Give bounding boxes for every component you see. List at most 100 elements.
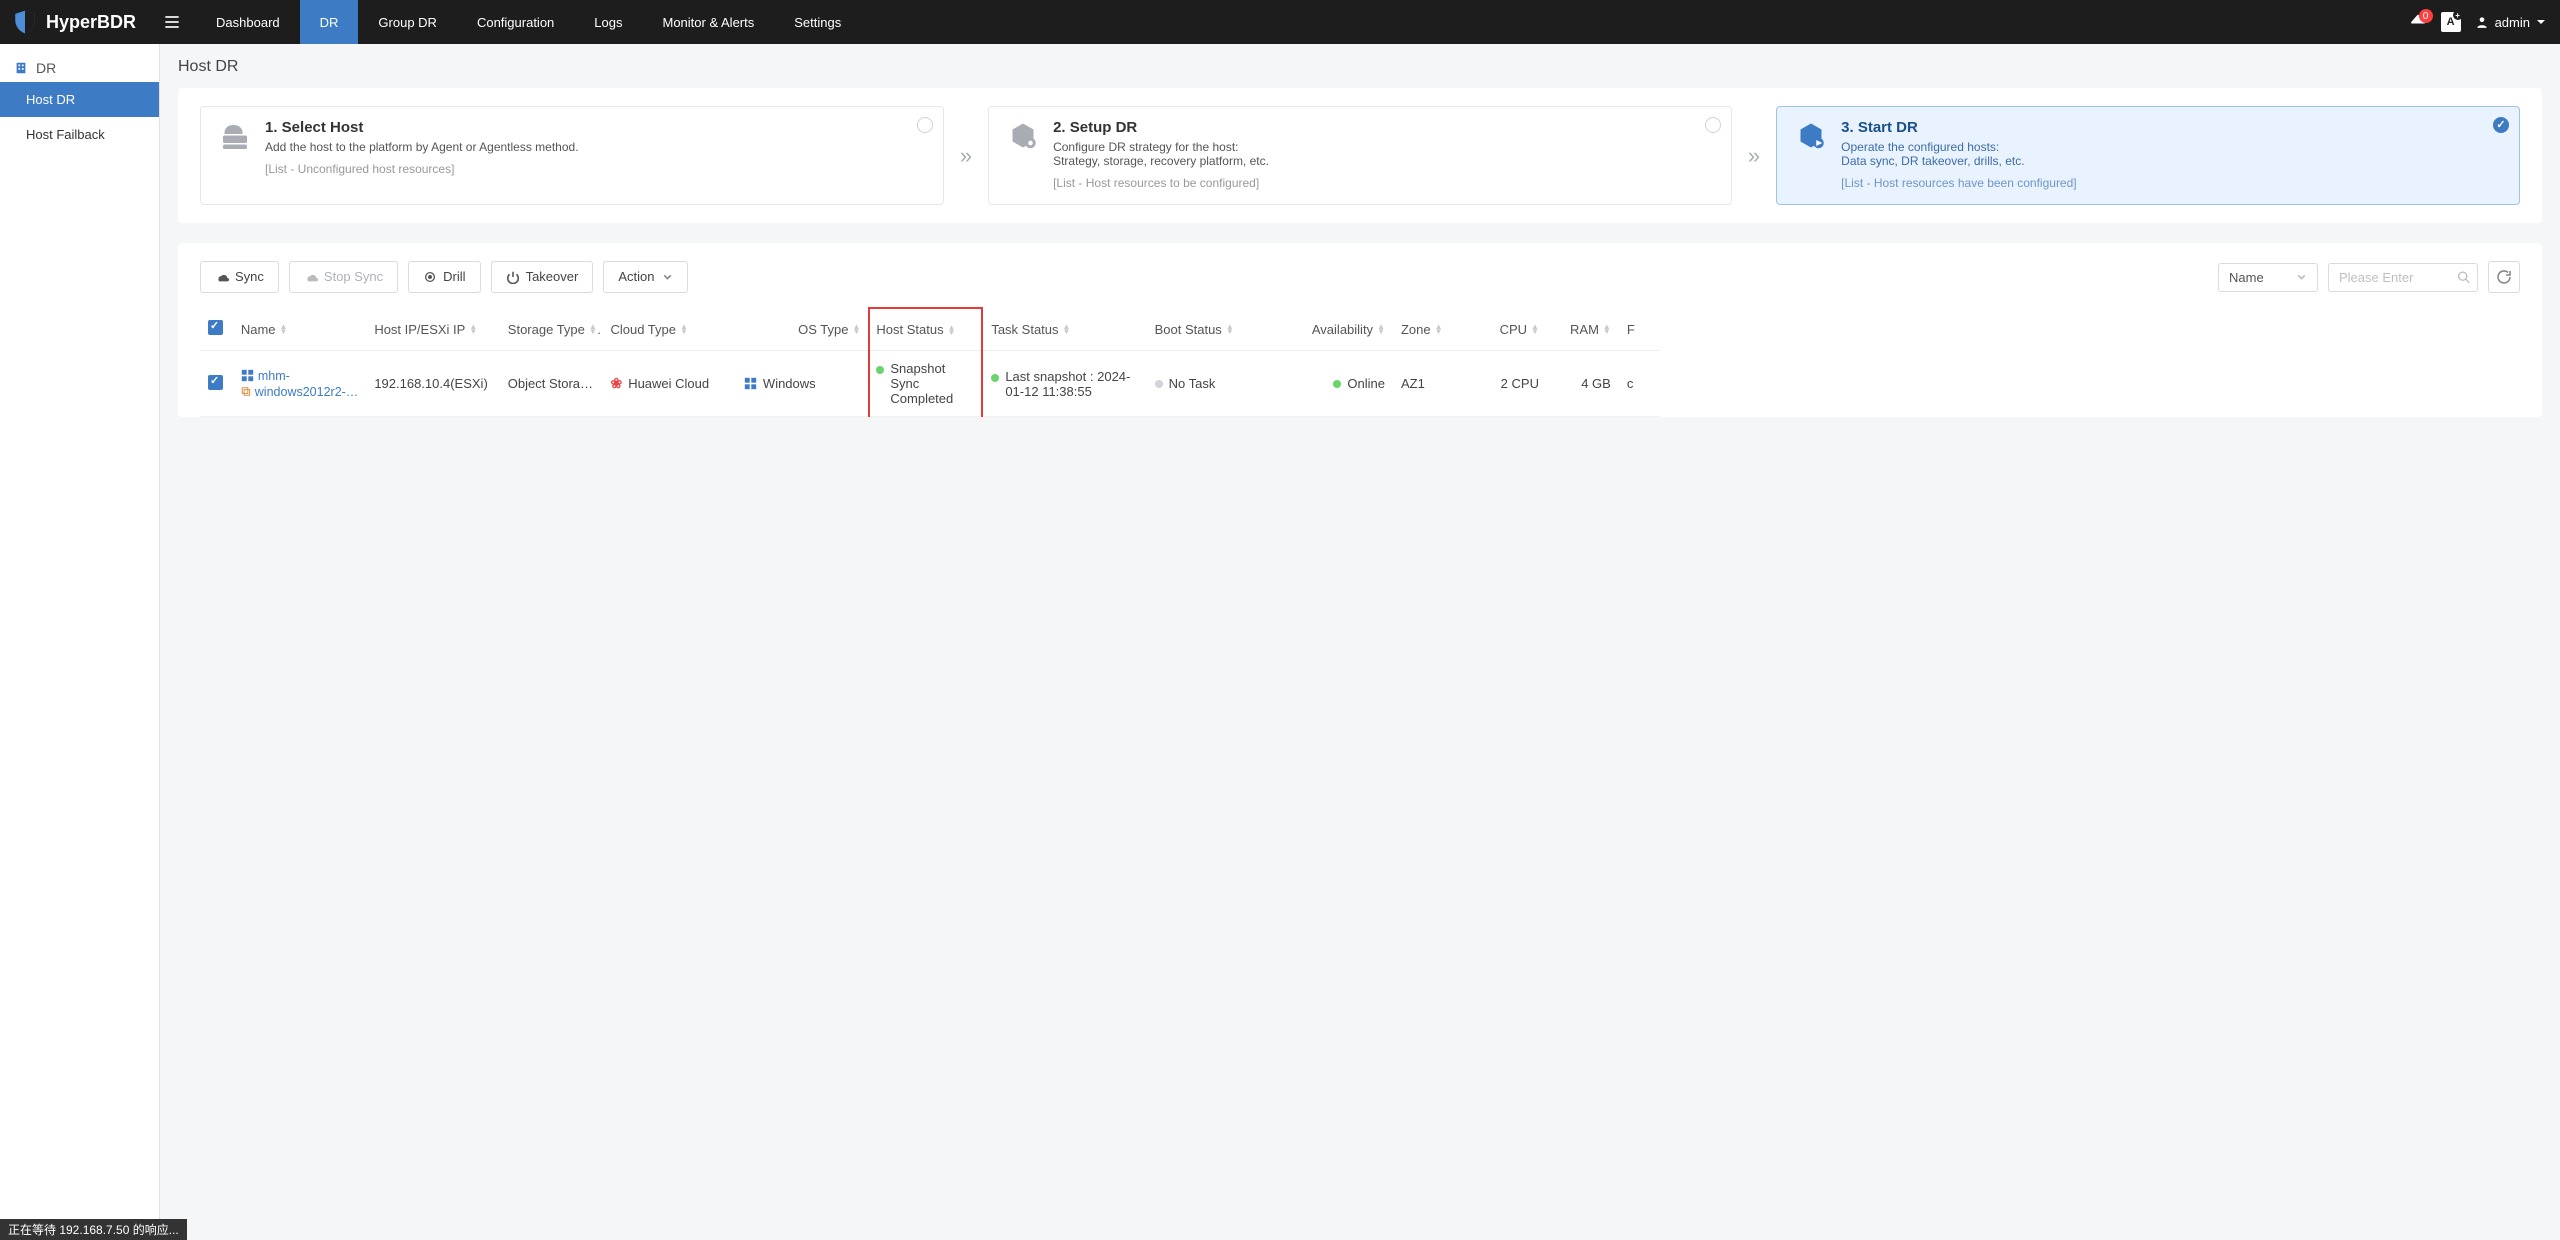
col-cpu[interactable]: CPU▲▼ xyxy=(1475,308,1547,351)
cell-boot-status: No Task xyxy=(1147,351,1301,417)
cell-cloud: ❀Huawei Cloud xyxy=(602,351,735,417)
nav-link-dr[interactable]: DR xyxy=(300,0,359,44)
huawei-icon: ❀ xyxy=(610,375,622,392)
toolbar: Sync Stop Sync Drill Takeover Action xyxy=(200,261,2520,293)
hamburger-menu[interactable] xyxy=(148,0,196,44)
step-start-dr[interactable]: 3. Start DR Operate the configured hosts… xyxy=(1776,106,2520,205)
nav-link-configuration[interactable]: Configuration xyxy=(457,0,574,44)
step-sub: [List - Host resources to be configured] xyxy=(1053,176,1715,190)
select-all-checkbox[interactable] xyxy=(208,320,223,335)
nav-link-group-dr[interactable]: Group DR xyxy=(358,0,457,44)
chevron-right-icon: » xyxy=(1748,106,1760,205)
search-icon xyxy=(2457,271,2470,284)
row-checkbox[interactable] xyxy=(208,375,223,390)
nav-link-monitor[interactable]: Monitor & Alerts xyxy=(642,0,774,44)
sidebar: DR Host DR Host Failback xyxy=(0,44,160,1240)
col-extra[interactable]: F xyxy=(1619,308,1660,351)
step-title: 2. Setup DR xyxy=(1053,119,1715,136)
cell-availability: Online xyxy=(1301,351,1393,417)
server-icon xyxy=(217,119,253,155)
status-dot-icon xyxy=(1333,380,1341,388)
cloud-sync-icon xyxy=(215,270,229,284)
status-dot-icon xyxy=(1155,380,1163,388)
nav-link-logs[interactable]: Logs xyxy=(574,0,642,44)
col-host-status[interactable]: Host Status▲▼ xyxy=(869,308,982,351)
step-setup-dr[interactable]: 2. Setup DR Configure DR strategy for th… xyxy=(988,106,1732,205)
step-sub: [List - Unconfigured host resources] xyxy=(265,162,927,176)
page-title: Host DR xyxy=(178,58,2542,76)
status-dot-icon xyxy=(876,366,884,374)
search-input[interactable] xyxy=(2328,263,2478,292)
cell-task-status: Last snapshot : 2024-01-12 11:38:55 xyxy=(982,351,1146,417)
windows-icon xyxy=(744,377,757,390)
action-dropdown[interactable]: Action xyxy=(603,261,688,293)
hosts-table: Name▲▼ Host IP/ESXi IP▲▼ Storage Type▲▼ … xyxy=(200,307,1660,417)
chevron-down-icon xyxy=(2296,272,2307,283)
table-card: Sync Stop Sync Drill Takeover Action xyxy=(178,243,2542,417)
cell-ip: 192.168.10.4(ESXi) xyxy=(366,351,499,417)
cell-cpu: 2 CPU xyxy=(1475,351,1547,417)
gear-cube-icon xyxy=(1005,119,1041,155)
check-icon xyxy=(2493,117,2509,133)
font-size-button[interactable]: A xyxy=(2441,12,2461,32)
table-header-row: Name▲▼ Host IP/ESXi IP▲▼ Storage Type▲▼ … xyxy=(200,308,1660,351)
step-title: 1. Select Host xyxy=(265,119,927,136)
nav-link-dashboard[interactable]: Dashboard xyxy=(196,0,300,44)
step-desc: Data sync, DR takeover, drills, etc. xyxy=(1841,154,2503,168)
col-zone[interactable]: Zone▲▼ xyxy=(1393,308,1475,351)
col-ip[interactable]: Host IP/ESXi IP▲▼ xyxy=(366,308,499,351)
col-boot-status[interactable]: Boot Status▲▼ xyxy=(1147,308,1301,351)
table-scroll[interactable]: Name▲▼ Host IP/ESXi IP▲▼ Storage Type▲▼ … xyxy=(200,307,2520,417)
clone-icon xyxy=(241,385,251,398)
step-select-host[interactable]: 1. Select Host Add the host to the platf… xyxy=(200,106,944,205)
step-status-icon xyxy=(917,117,933,133)
status-dot-icon xyxy=(991,374,999,382)
nav-links: Dashboard DR Group DR Configuration Logs… xyxy=(196,0,861,44)
step-sub: [List - Host resources have been configu… xyxy=(1841,176,2503,190)
col-os[interactable]: OS Type▲▼ xyxy=(736,308,869,351)
notif-badge: 0 xyxy=(2419,9,2433,23)
step-title: 3. Start DR xyxy=(1841,119,2503,136)
sync-button[interactable]: Sync xyxy=(200,261,279,293)
browser-status-bar: 正在等待 192.168.7.50 的响应... xyxy=(0,1219,187,1240)
table-row[interactable]: mhm- windows2012r2-… 192.168.10.4(ESXi) … xyxy=(200,351,1660,417)
cell-host-status: Snapshot Sync Completed xyxy=(869,351,982,417)
nav-link-settings[interactable]: Settings xyxy=(774,0,861,44)
stop-sync-button[interactable]: Stop Sync xyxy=(289,261,398,293)
user-label: admin xyxy=(2495,15,2530,30)
col-availability[interactable]: Availability▲▼ xyxy=(1301,308,1393,351)
sidebar-section-header: DR xyxy=(0,54,159,82)
building-icon xyxy=(14,61,28,75)
shield-icon xyxy=(12,9,38,35)
takeover-button[interactable]: Takeover xyxy=(491,261,594,293)
refresh-icon xyxy=(2496,269,2512,285)
notifications-button[interactable]: 0 xyxy=(2409,13,2427,31)
col-task-status[interactable]: Task Status▲▼ xyxy=(982,308,1146,351)
col-storage[interactable]: Storage Type▲▼ xyxy=(500,308,603,351)
top-nav: HyperBDR Dashboard DR Group DR Configura… xyxy=(0,0,2560,44)
cell-zone: AZ1 xyxy=(1393,351,1475,417)
hamburger-icon xyxy=(162,12,182,32)
cell-extra: c xyxy=(1619,351,1660,417)
refresh-button[interactable] xyxy=(2488,261,2520,293)
col-name[interactable]: Name▲▼ xyxy=(233,308,366,351)
target-icon xyxy=(423,270,437,284)
windows-icon xyxy=(241,369,254,382)
caret-down-icon xyxy=(2536,17,2546,27)
cloud-stop-icon xyxy=(304,270,318,284)
user-menu[interactable]: admin xyxy=(2475,15,2546,30)
steps-card: 1. Select Host Add the host to the platf… xyxy=(178,88,2542,223)
chevron-down-icon xyxy=(662,272,673,283)
power-icon xyxy=(506,270,520,284)
sidebar-item-host-failback[interactable]: Host Failback xyxy=(0,117,159,152)
chevron-right-icon: » xyxy=(960,106,972,205)
host-name-link[interactable]: mhm- windows2012r2-… xyxy=(241,369,358,399)
cell-ram: 4 GB xyxy=(1547,351,1619,417)
filter-field-select[interactable]: Name xyxy=(2218,263,2318,292)
step-desc: Add the host to the platform by Agent or… xyxy=(265,140,927,154)
drill-button[interactable]: Drill xyxy=(408,261,480,293)
col-cloud[interactable]: Cloud Type▲▼ xyxy=(602,308,735,351)
sidebar-item-host-dr[interactable]: Host DR xyxy=(0,82,159,117)
step-desc: Operate the configured hosts: xyxy=(1841,140,2503,154)
col-ram[interactable]: RAM▲▼ xyxy=(1547,308,1619,351)
